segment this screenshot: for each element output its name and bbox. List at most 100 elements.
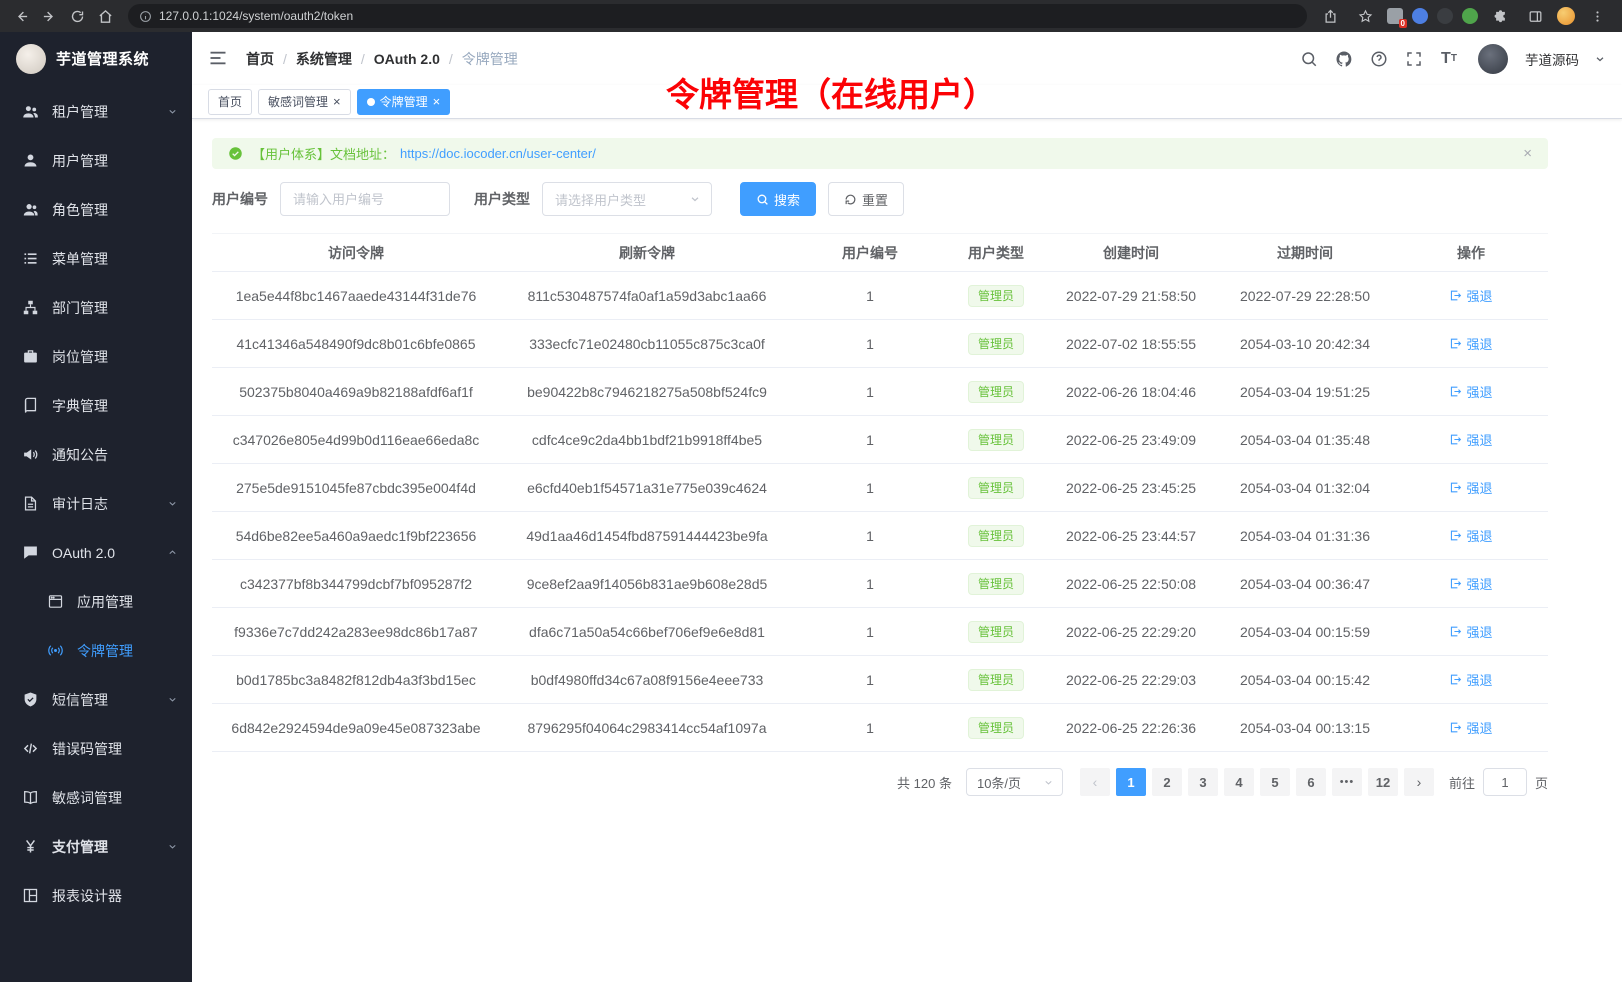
force-logout-button[interactable]: 强退 [1449,718,1492,737]
sidebar-item-3[interactable]: 菜单管理 [0,234,192,283]
page-button-4[interactable]: 4 [1224,768,1254,796]
sidebar-item-12[interactable]: 短信管理 [0,675,192,724]
reset-button[interactable]: 重置 [828,182,904,216]
address-bar[interactable]: 127.0.0.1:1024/system/oauth2/token [128,4,1307,28]
font-size-icon[interactable]: TT [1439,49,1459,69]
back-icon[interactable] [8,4,34,28]
page-button-6[interactable]: 6 [1296,768,1326,796]
force-logout-button[interactable]: 强退 [1449,430,1492,449]
sidebar-item-0[interactable]: 租户管理 [0,87,192,136]
sidebar-item-14[interactable]: 敏感词管理 [0,773,192,822]
sidebar-item-16[interactable]: 报表设计器 [0,871,192,920]
sidebar-item-6[interactable]: 字典管理 [0,381,192,430]
sidebar-item-11[interactable]: 令牌管理 [0,626,192,675]
force-logout-button[interactable]: 强退 [1449,526,1492,545]
home-icon[interactable] [92,4,118,28]
browser-toolbar-icons: 0 [1317,4,1614,28]
breadcrumb-item[interactable]: OAuth 2.0 [374,51,440,67]
user-type-select[interactable]: 请选择用户类型 [542,182,712,216]
site-info-icon[interactable] [139,10,152,23]
side-panel-icon[interactable] [1522,4,1548,28]
expire-time-cell: 2054-03-04 00:36:47 [1216,560,1394,608]
browser-chrome: 127.0.0.1:1024/system/oauth2/token 0 [0,0,1622,32]
sidebar-item-4[interactable]: 部门管理 [0,283,192,332]
help-icon[interactable] [1369,49,1389,69]
extension-icon-badged[interactable]: 0 [1387,8,1403,24]
column-header: 创建时间 [1046,234,1216,272]
alert-close-icon[interactable]: × [1523,145,1532,162]
app-logo[interactable]: 芋道管理系统 [0,32,192,85]
prev-page-button[interactable]: ‹ [1080,768,1110,796]
extension-icon-dark[interactable] [1437,8,1453,24]
action-cell: 强退 [1394,416,1548,464]
sidebar-item-10[interactable]: 应用管理 [0,577,192,626]
force-logout-button[interactable]: 强退 [1449,382,1492,401]
tenant-users-icon [22,103,39,120]
bookmark-star-icon[interactable] [1352,4,1378,28]
browser-menu-icon[interactable] [1584,4,1610,28]
user-type-tag: 管理员 [968,333,1024,355]
sidebar-item-1[interactable]: 用户管理 [0,136,192,185]
sidebar-item-9[interactable]: OAuth 2.0 [0,528,192,577]
refresh-icon[interactable] [64,4,90,28]
tab-close-icon[interactable]: × [433,95,441,108]
page-button-3[interactable]: 3 [1188,768,1218,796]
force-logout-button[interactable]: 强退 [1449,286,1492,305]
share-icon[interactable] [1317,4,1343,28]
sidebar-item-13[interactable]: 错误码管理 [0,724,192,773]
sidebar-item-2[interactable]: 角色管理 [0,185,192,234]
sidebar-item-5[interactable]: 岗位管理 [0,332,192,381]
force-logout-button[interactable]: 强退 [1449,478,1492,497]
goto-unit: 页 [1535,773,1548,792]
user-name[interactable]: 芋道源码 [1525,49,1579,69]
tab-close-icon[interactable]: × [333,95,341,108]
force-logout-button[interactable]: 强退 [1449,670,1492,689]
access-token-cell: 502375b8040a469a9b82188afdf6af1f [212,368,500,416]
refresh-token-cell: cdfc4ce9c2da4bb1bdf21b9918ff4be5 [500,416,794,464]
sidebar-item-7[interactable]: 通知公告 [0,430,192,479]
extensions-puzzle-icon[interactable] [1487,4,1513,28]
table-row: 1ea5e44f8bc1467aaede43144f31de76811c5304… [212,272,1548,320]
sidebar-item-8[interactable]: 审计日志 [0,479,192,528]
user-id-label: 用户编号 [212,189,268,209]
table-row: c347026e805e4d99b0d116eae66eda8ccdfc4ce9… [212,416,1548,464]
force-logout-button[interactable]: 强退 [1449,574,1492,593]
search-button-icon [756,193,769,206]
page-button-5[interactable]: 5 [1260,768,1290,796]
user-id-cell: 1 [794,512,946,560]
force-logout-button[interactable]: 强退 [1449,622,1492,641]
user-avatar[interactable] [1478,44,1508,74]
forward-icon[interactable] [36,4,62,28]
page-ellipsis[interactable]: ••• [1332,768,1362,796]
goto-page-input[interactable] [1483,768,1527,796]
next-page-button[interactable]: › [1404,768,1434,796]
action-cell: 强退 [1394,320,1548,368]
tab-2[interactable]: 令牌管理 × [357,89,451,115]
search-icon[interactable] [1299,49,1319,69]
breadcrumb-item[interactable]: 首页 [246,49,274,69]
force-logout-button[interactable]: 强退 [1449,334,1492,353]
page-button-12[interactable]: 12 [1368,768,1398,796]
create-time-cell: 2022-07-29 21:58:50 [1046,272,1216,320]
page-button-1[interactable]: 1 [1116,768,1146,796]
alert-doc-link[interactable]: https://doc.iocoder.cn/user-center/ [400,146,596,161]
access-token-cell: f9336e7c7dd242a283ee98dc86b17a87 [212,608,500,656]
page-button-2[interactable]: 2 [1152,768,1182,796]
tab-1[interactable]: 敏感词管理× [258,89,351,115]
user-id-input[interactable] [280,182,450,216]
search-button[interactable]: 搜索 [740,182,816,216]
user-menu-caret-icon[interactable] [1594,49,1606,69]
tab-label: 令牌管理 [380,93,428,110]
extension-icon-green[interactable] [1462,8,1478,24]
user-type-tag: 管理员 [968,525,1024,547]
sidebar-item-15[interactable]: 支付管理 [0,822,192,871]
pagination: 共 120 条 10条/页 ‹ 123456•••12 › 前往 页 [212,768,1548,796]
sidebar-toggle-icon[interactable] [208,48,230,70]
page-size-select[interactable]: 10条/页 [966,768,1063,796]
extension-icon-blue[interactable] [1412,8,1428,24]
browser-profile-avatar[interactable] [1557,7,1575,25]
github-icon[interactable] [1334,49,1354,69]
breadcrumb-item[interactable]: 系统管理 [296,49,352,69]
fullscreen-icon[interactable] [1404,49,1424,69]
tab-0[interactable]: 首页 [208,89,252,115]
